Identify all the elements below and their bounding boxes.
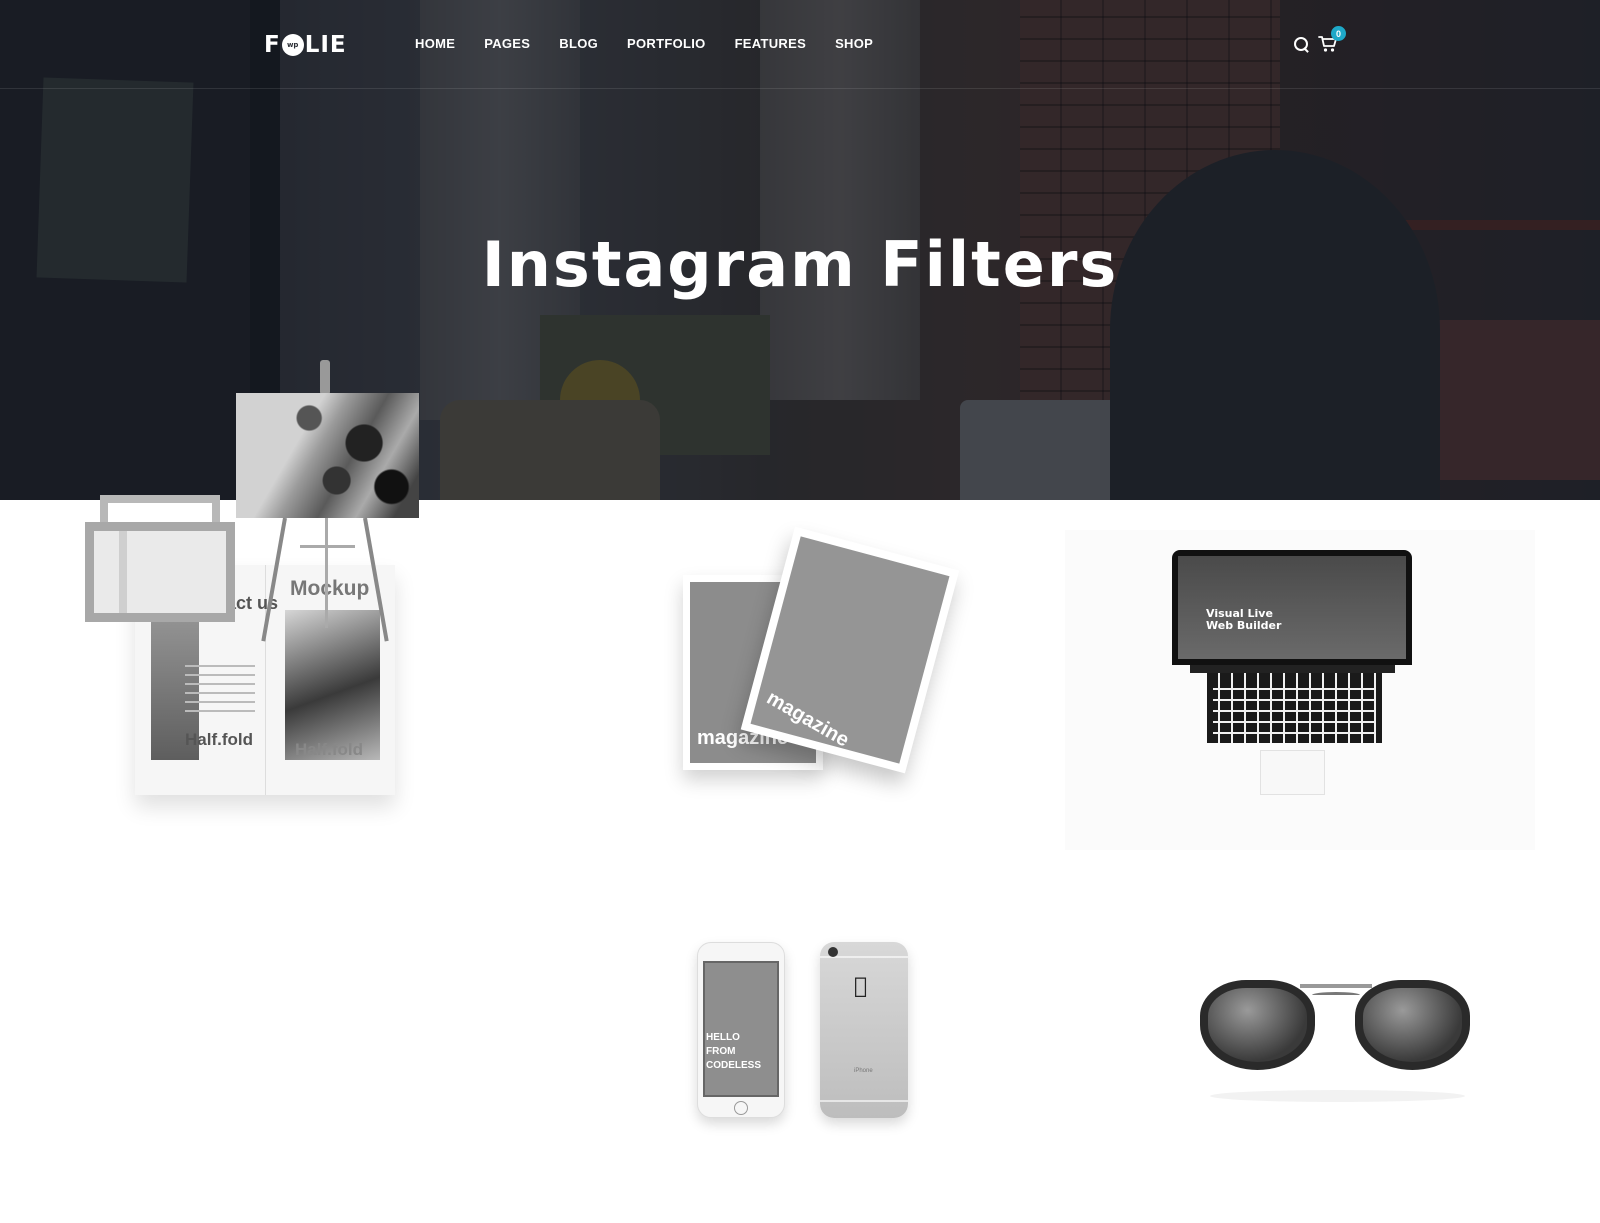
page-title: Instagram Filters <box>481 228 1119 301</box>
apple-logo-icon:  <box>854 974 867 999</box>
laptop-trackpad <box>1260 750 1325 795</box>
laptop-keyboard <box>1207 673 1382 743</box>
cart-count-badge: 0 <box>1331 26 1346 41</box>
nav-item-portfolio[interactable]: PORTFOLIO <box>627 36 706 51</box>
phone-screen-text: HELLO FROM CODELESS <box>706 1031 761 1073</box>
nav-item-features[interactable]: FEATURES <box>735 36 807 51</box>
brochure-mockup-text: Mockup <box>290 577 370 600</box>
sunglasses-image <box>1200 980 1475 1080</box>
laptop-hinge <box>1190 665 1395 673</box>
main-nav: HOME PAGES BLOG PORTFOLIO FEATURES SHOP <box>415 36 902 51</box>
brochure-halffold-right: Half.fold <box>295 740 363 759</box>
laptop-screen-content: Visual Live Web Builder <box>1178 556 1406 659</box>
phone-model-text: iPhone <box>854 1068 873 1074</box>
phone-home-button <box>734 1101 748 1115</box>
gallery-item-phones[interactable] <box>533 850 1066 1200</box>
phone-screen-line-1: HELLO <box>706 1032 740 1043</box>
logo-badge: wp <box>281 34 304 56</box>
brochure-text-lines <box>185 665 255 715</box>
phone-front-image: HELLO FROM CODELESS <box>697 942 785 1118</box>
brochure-photo-right <box>285 610 380 760</box>
site-header: F wp LIE HOME PAGES BLOG PORTFOLIO FEATU… <box>0 0 1600 89</box>
brochure-halffold-left: Half.fold <box>185 730 253 749</box>
sunglasses-top-bar <box>1300 984 1372 988</box>
site-logo[interactable]: F wp LIE <box>264 32 347 58</box>
phone-back-image:  iPhone <box>820 942 908 1118</box>
phone-screen <box>703 961 779 1097</box>
gallery-item-brochure[interactable]: Contact us Mockup Half.fold Half.fold <box>0 500 533 850</box>
laptop-image: Visual Live Web Builder <box>1065 530 1535 850</box>
gallery-item-easel[interactable] <box>0 850 533 1200</box>
logo-text-left: F <box>264 32 281 58</box>
easel-top-clamp <box>320 360 330 395</box>
header-icons: 0 <box>1292 26 1346 54</box>
phone-camera <box>828 947 838 957</box>
laptop-screen: Visual Live Web Builder <box>1172 550 1412 665</box>
nav-item-blog[interactable]: BLOG <box>559 36 598 51</box>
logo-text-right: LIE <box>304 32 347 58</box>
laptop-headline: Visual Live Web Builder <box>1206 608 1281 632</box>
easel-canvas-art <box>236 393 419 518</box>
laptop-headline-line-2: Web Builder <box>1206 619 1282 632</box>
sunglasses-shadow <box>1210 1090 1465 1102</box>
phone-screen-line-2: FROM <box>706 1046 736 1057</box>
easel-crossbar <box>300 545 355 548</box>
easel-leg <box>325 518 328 628</box>
sunglasses-lens-left <box>1200 980 1315 1070</box>
search-icon[interactable] <box>1292 35 1310 53</box>
cart-icon[interactable]: 0 <box>1318 26 1346 54</box>
canvas-frame-front <box>85 522 235 622</box>
sunglasses-bridge <box>1312 992 1360 998</box>
nav-item-pages[interactable]: PAGES <box>484 36 530 51</box>
nav-item-home[interactable]: HOME <box>415 36 455 51</box>
nav-item-shop[interactable]: SHOP <box>835 36 873 51</box>
sunglasses-lens-right <box>1355 980 1470 1070</box>
phone-screen-line-3: CODELESS <box>706 1060 762 1071</box>
